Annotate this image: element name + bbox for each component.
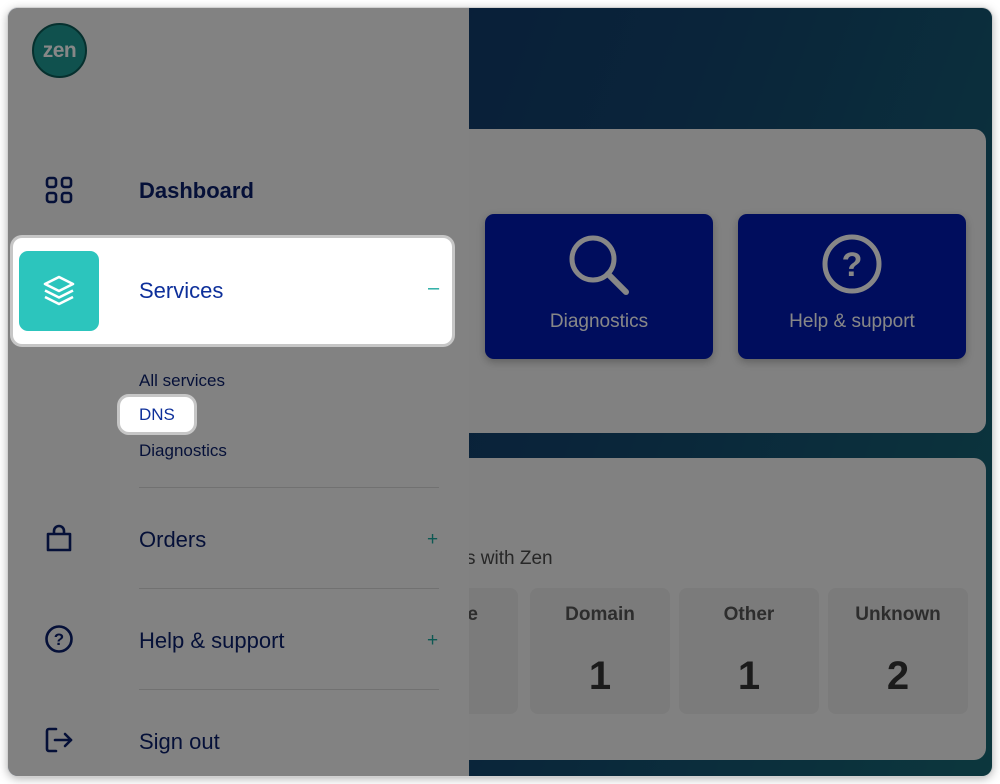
stat-label: Unknown xyxy=(855,604,941,625)
menu-item-services[interactable]: Services – xyxy=(13,238,452,344)
orders-expand-icon[interactable]: + xyxy=(427,529,438,551)
help-support-tile[interactable]: ? Help & support xyxy=(738,214,966,359)
menu-item-orders[interactable]: Orders xyxy=(139,527,206,553)
services-collapse-icon[interactable]: – xyxy=(428,277,439,300)
diagnostics-tile-label: Diagnostics xyxy=(549,311,649,332)
sign-out-icon[interactable] xyxy=(43,724,75,756)
stat-card-domain: Domain 1 xyxy=(530,588,670,714)
stat-card-unknown: Unknown 2 xyxy=(828,588,968,714)
menu-divider xyxy=(139,487,439,488)
submenu-item-diagnostics[interactable]: Diagnostics xyxy=(139,441,227,461)
shopping-bag-icon[interactable] xyxy=(43,522,75,554)
search-icon xyxy=(569,235,629,295)
diagnostics-tile[interactable]: Diagnostics xyxy=(485,214,713,359)
app-window: Diagnostics ? Help & support s with Zen … xyxy=(8,8,992,776)
icon-rail: zen ? xyxy=(8,8,110,776)
summary-subtitle: s with Zen xyxy=(466,548,553,569)
help-expand-icon[interactable]: + xyxy=(427,630,438,652)
menu-divider xyxy=(139,588,439,589)
menu-divider xyxy=(139,689,439,690)
submenu-item-all-services[interactable]: All services xyxy=(139,371,225,391)
stat-label: Domain xyxy=(565,604,635,625)
stat-label: e xyxy=(467,604,478,625)
stat-value: 2 xyxy=(886,654,910,698)
stat-value: 1 xyxy=(737,654,761,698)
stat-label: Other xyxy=(723,604,775,625)
help-circle-icon[interactable]: ? xyxy=(43,623,75,655)
stat-value: 1 xyxy=(588,654,612,698)
zen-logo[interactable]: zen xyxy=(32,23,87,78)
layers-icon xyxy=(19,251,99,331)
navigation-menu xyxy=(110,8,469,776)
question-circle-icon: ? xyxy=(822,234,882,294)
dns-label: DNS xyxy=(139,405,175,424)
menu-item-dashboard[interactable]: Dashboard xyxy=(139,178,254,204)
submenu-item-dns[interactable]: DNS xyxy=(120,397,194,432)
dashboard-grid-icon[interactable] xyxy=(43,174,75,206)
menu-item-sign-out[interactable]: Sign out xyxy=(139,729,220,755)
svg-text:?: ? xyxy=(54,630,64,649)
svg-text:?: ? xyxy=(842,246,863,284)
services-label: Services xyxy=(139,278,224,303)
help-tile-label: Help & support xyxy=(789,311,915,332)
stat-card-other: Other 1 xyxy=(679,588,819,714)
menu-item-help-support[interactable]: Help & support xyxy=(139,628,285,654)
